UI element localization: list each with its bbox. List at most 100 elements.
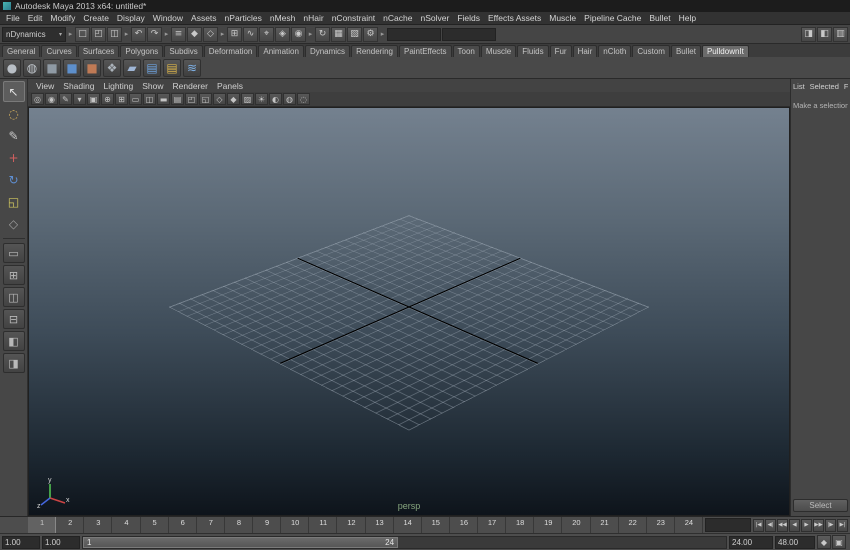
gate-mask-icon[interactable]: ▬ — [157, 93, 170, 105]
scale-tool-icon[interactable]: ◱ — [3, 191, 25, 212]
paint-select-tool-icon[interactable]: ✎ — [3, 125, 25, 146]
menu-item[interactable]: Pipeline Cache — [580, 13, 645, 23]
playback-end-field[interactable]: 24.00 — [729, 535, 773, 549]
shelf-tab[interactable]: Curves — [41, 45, 77, 57]
playhead[interactable] — [28, 517, 57, 533]
two-d-pan-zoom-icon[interactable]: ⊕ — [101, 93, 114, 105]
shelf-tab[interactable]: Subdivs — [164, 45, 203, 57]
step-forward-key-button[interactable]: ▶▶ — [813, 518, 824, 532]
film-gate-icon[interactable]: ▭ — [129, 93, 142, 105]
channel-box-menu-item[interactable]: Selected — [810, 82, 839, 91]
anim-preferences-button[interactable]: ▣ — [832, 535, 846, 549]
menu-item[interactable]: Bullet — [645, 13, 674, 23]
grease-pencil-icon[interactable]: ✎ — [59, 93, 72, 105]
menu-item[interactable]: Help — [675, 13, 700, 23]
menu-item[interactable]: Assets — [187, 13, 221, 23]
snap-to-point-icon[interactable]: ⌖ — [259, 26, 274, 42]
shelf-tab[interactable]: Surfaces — [77, 45, 120, 57]
group-collapser-icon[interactable]: ▸ — [163, 30, 170, 38]
current-time-field[interactable] — [705, 518, 751, 532]
persp-graph-layout-button[interactable]: ⊟ — [2, 309, 25, 329]
textured-icon[interactable]: ▨ — [241, 93, 254, 105]
shelf-tab[interactable]: Fluids — [517, 45, 549, 57]
quick-select-field[interactable] — [387, 27, 441, 41]
time-slider-track[interactable]: 1 2 3 4 5 6 7 8 9 10 11 12 13 14 15 16 17 18 19 20 21 22 23 24 — [28, 517, 703, 533]
group-collapser-icon[interactable]: ▸ — [67, 30, 74, 38]
shelf-fracture-cube-icon[interactable]: ■ — [63, 58, 81, 77]
ipr-render-icon[interactable]: ▧ — [347, 26, 362, 42]
shelf-tab[interactable]: Dynamics — [304, 45, 351, 57]
panel-menu-item[interactable]: Lighting — [99, 81, 137, 91]
group-collapser-icon[interactable]: ▸ — [219, 30, 226, 38]
play-forwards-button[interactable]: ▶ — [801, 518, 812, 532]
panel-menu-item[interactable]: View — [32, 81, 58, 91]
lock-camera-icon[interactable]: ◉ — [45, 93, 58, 105]
shelf-sphere-icon[interactable]: ● — [3, 58, 21, 77]
channel-box-menu-item[interactable]: Foc — [844, 82, 848, 91]
save-scene-icon[interactable]: ◫ — [107, 26, 122, 42]
animation-end-field[interactable]: 48.00 — [775, 535, 815, 549]
shelf-tab[interactable]: PulldownIt — [701, 45, 749, 57]
menu-item[interactable]: Modify — [46, 13, 79, 23]
move-tool-icon[interactable]: + — [3, 147, 25, 168]
numeric-input-field[interactable] — [442, 27, 496, 41]
four-pane-layout-button[interactable]: ⊞ — [2, 265, 25, 285]
range-slider-bar[interactable]: 1 24 — [83, 536, 399, 548]
menu-item[interactable]: nHair — [299, 13, 327, 23]
resolution-gate-icon[interactable]: ◫ — [143, 93, 156, 105]
menu-item[interactable]: nConstraint — [328, 13, 379, 23]
menu-item[interactable]: nSolver — [416, 13, 453, 23]
go-to-start-button[interactable]: |◀ — [753, 518, 764, 532]
playback-start-field[interactable]: 1.00 — [42, 535, 80, 549]
menu-item[interactable]: Muscle — [545, 13, 580, 23]
step-back-key-button[interactable]: ◀◀ — [777, 518, 788, 532]
undo-icon[interactable]: ↶ — [131, 26, 146, 42]
play-backwards-button[interactable]: ◀ — [789, 518, 800, 532]
shelf-stack-gold-icon[interactable]: ▤ — [163, 58, 181, 77]
select-component-icon[interactable]: ◇ — [203, 26, 218, 42]
lasso-tool-icon[interactable]: ◌ — [3, 103, 25, 124]
shelf-shatter-icon[interactable]: ❖ — [103, 58, 121, 77]
shelf-dynamics-icon[interactable]: ◍ — [23, 58, 41, 77]
single-pane-layout-button[interactable]: ▭ — [2, 243, 25, 263]
shelf-tab[interactable]: General — [2, 45, 41, 57]
persp-outliner-layout-button[interactable]: ◫ — [2, 287, 25, 307]
shelf-tab[interactable]: Custom — [632, 45, 670, 57]
persp-uv-layout-button[interactable]: ◨ — [2, 353, 25, 373]
shelf-tab[interactable]: Muscle — [480, 45, 517, 57]
auto-keyframe-button[interactable]: ◆ — [817, 535, 831, 549]
field-chart-icon[interactable]: ▤ — [171, 93, 184, 105]
redo-icon[interactable]: ↷ — [147, 26, 162, 42]
go-to-end-button[interactable]: ▶| — [837, 518, 848, 532]
shaded-icon[interactable]: ◆ — [227, 93, 240, 105]
wireframe-icon[interactable]: ◇ — [213, 93, 226, 105]
render-settings-icon[interactable]: ⚙ — [363, 26, 378, 42]
render-icon[interactable]: ▦ — [331, 26, 346, 42]
show-attribute-editor-icon[interactable]: ◨ — [801, 26, 816, 42]
group-collapser-icon[interactable]: ▸ — [123, 30, 130, 38]
snap-to-grid-icon[interactable]: ⊞ — [227, 26, 242, 42]
shelf-cube-icon[interactable]: ■ — [43, 58, 61, 77]
safe-action-icon[interactable]: ◰ — [185, 93, 198, 105]
menu-item[interactable]: nParticles — [221, 13, 266, 23]
menu-item[interactable]: Display — [113, 13, 149, 23]
show-channel-box-icon[interactable]: ▥ — [833, 26, 848, 42]
perspective-viewport[interactable]: y x z persp — [28, 107, 790, 516]
panel-menu-item[interactable]: Renderer — [169, 81, 212, 91]
select-button[interactable]: Select — [793, 499, 848, 512]
hypershade-persp-layout-button[interactable]: ◧ — [2, 331, 25, 351]
last-tool-icon[interactable]: ◇ — [3, 213, 25, 234]
menu-item[interactable]: Edit — [24, 13, 47, 23]
menu-item[interactable]: nCache — [379, 13, 416, 23]
construction-history-icon[interactable]: ↻ — [315, 26, 330, 42]
menu-item[interactable]: Create — [79, 13, 113, 23]
shelf-tab[interactable]: Toon — [452, 45, 480, 57]
image-plane-icon[interactable]: ▣ — [87, 93, 100, 105]
menu-item[interactable]: Fields — [453, 13, 484, 23]
panel-menu-item[interactable]: Panels — [213, 81, 247, 91]
range-slider-track[interactable]: 1 24 — [82, 535, 727, 549]
shelf-tab[interactable]: nCloth — [598, 45, 632, 57]
snap-to-plane-icon[interactable]: ◈ — [275, 26, 290, 42]
shadows-icon[interactable]: ◐ — [269, 93, 282, 105]
panel-menu-item[interactable]: Shading — [59, 81, 98, 91]
